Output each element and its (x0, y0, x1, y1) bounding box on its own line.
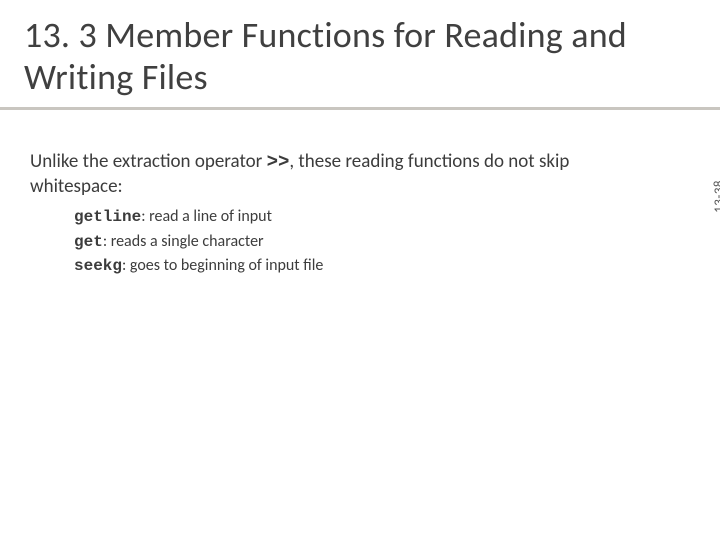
list-item: get: reads a single character (74, 230, 676, 254)
list-item: getline: read a line of input (74, 205, 676, 229)
function-list: getline: read a line of input get: reads… (74, 205, 676, 278)
func-desc: : reads a single character (103, 232, 264, 251)
lead-operator: >> (267, 151, 290, 173)
list-item: seekg: goes to beginning of input file (74, 254, 676, 278)
func-name: getline (74, 208, 141, 226)
func-desc: : read a line of input (141, 207, 272, 226)
slide-title: 13. 3 Member Functions for Reading and W… (24, 14, 696, 99)
lead-pre: Unlike the extraction operator (30, 150, 267, 173)
slide: 13. 3 Member Functions for Reading and W… (0, 0, 720, 540)
slide-number: 13-38 (712, 180, 720, 213)
lead-paragraph: Unlike the extraction operator >>, these… (30, 150, 650, 199)
func-name: get (74, 233, 103, 251)
func-desc: : goes to beginning of input file (122, 256, 323, 275)
title-band: 13. 3 Member Functions for Reading and W… (0, 0, 720, 110)
func-name: seekg (74, 257, 122, 275)
slide-body: Unlike the extraction operator >>, these… (0, 110, 720, 278)
